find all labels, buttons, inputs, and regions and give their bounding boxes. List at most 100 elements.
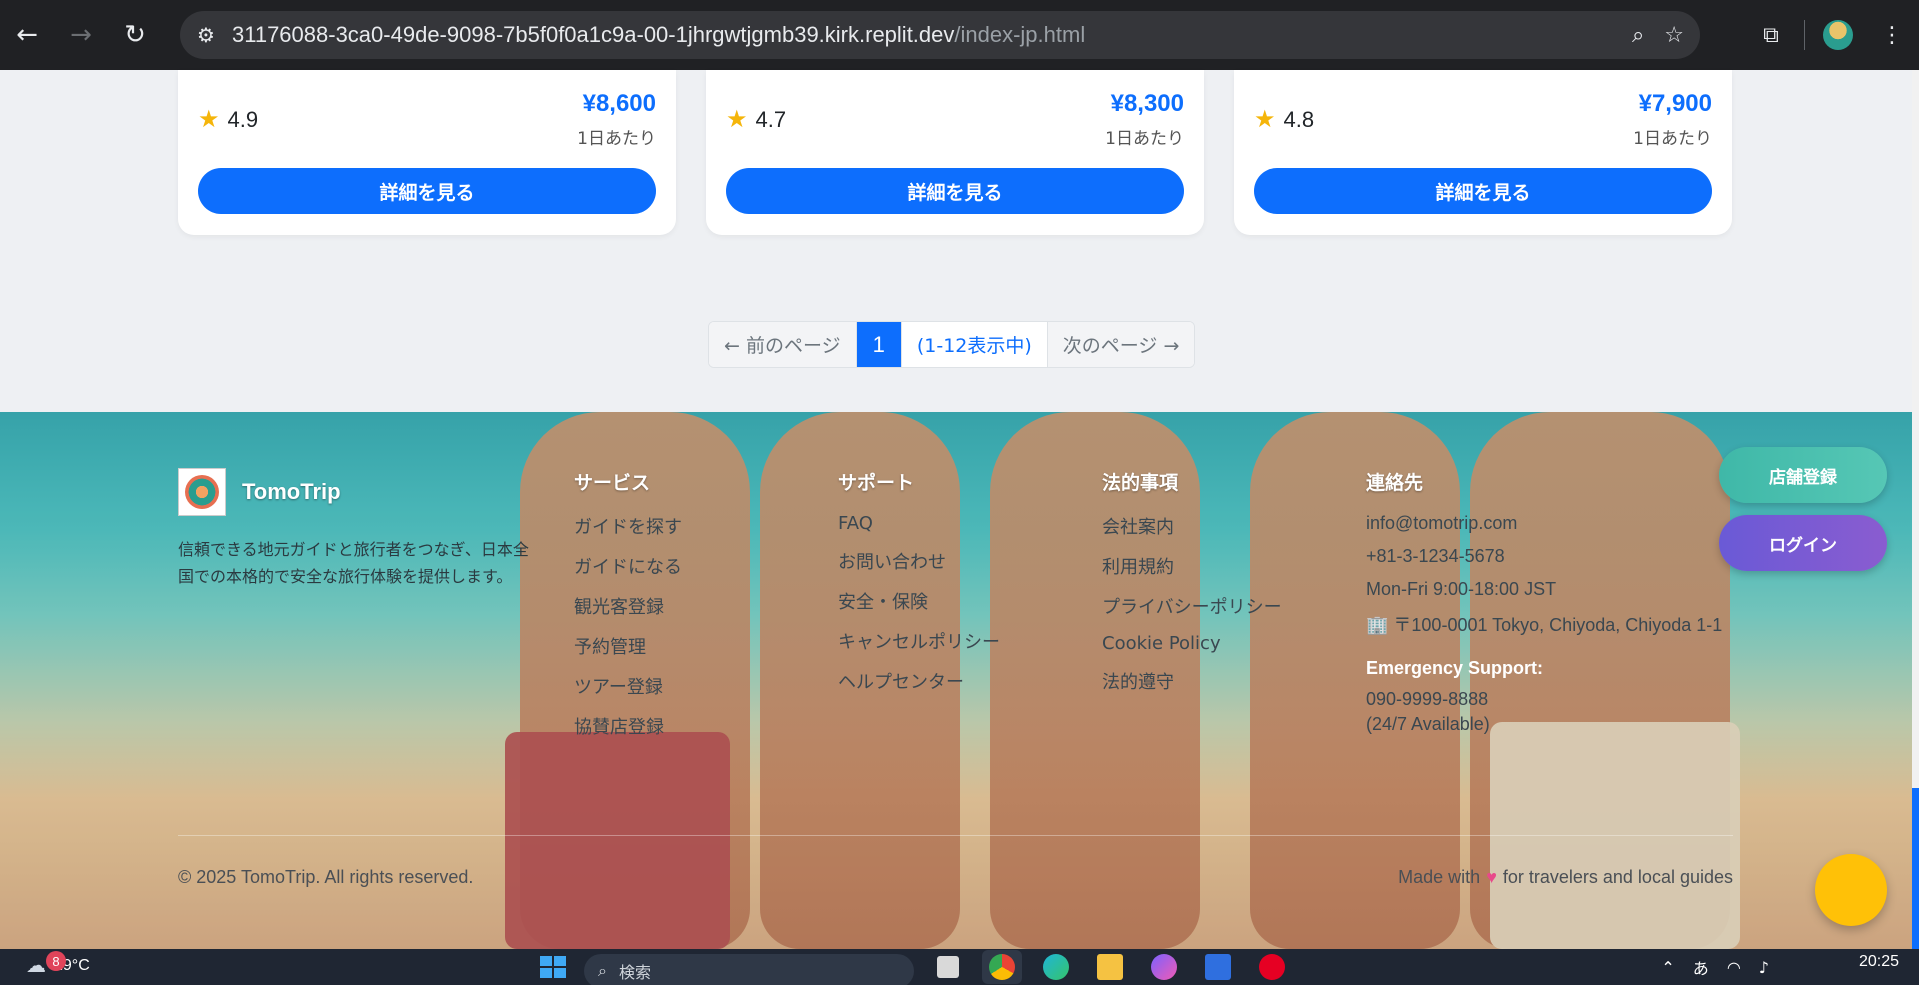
windows-start-icon[interactable] — [536, 952, 570, 982]
footer-link-become-guide[interactable]: ガイドになる — [574, 553, 682, 579]
made-with-text: Made with ♥ for travelers and local guid… — [1398, 867, 1733, 888]
star-icon: ★ — [1254, 106, 1276, 133]
guide-rating: ★ 4.7 — [726, 105, 786, 134]
chrome-app-icon[interactable] — [982, 950, 1022, 984]
price-value: ¥7,900 — [1638, 90, 1712, 117]
wifi-icon[interactable]: ◠ — [1727, 958, 1741, 977]
rating-value: 4.8 — [1283, 106, 1315, 132]
price-unit: 1日あたり — [577, 129, 656, 149]
footer-link-sponsor-registration[interactable]: 協賛店登録 — [574, 713, 682, 739]
edge-app-icon[interactable] — [1036, 950, 1076, 984]
address-bar[interactable]: ⚙ 31176088-3ca0-49de-9098-7b5f0f0a1c9a-0… — [180, 11, 1700, 59]
legal-heading: 法的事項 — [1102, 472, 1179, 494]
guide-price: ¥8,300 1日あたり — [1105, 90, 1184, 149]
footer-divider — [178, 835, 1733, 836]
system-tray: ⌃ あ ◠ ♪ — [1661, 949, 1769, 985]
zoom-icon[interactable]: ⌕ — [1632, 23, 1644, 48]
cloud-icon: ☁ 8 — [26, 951, 66, 978]
taskbar-search[interactable]: ⌕ 検索 — [584, 954, 914, 985]
footer-legal-column: 法的事項 会社案内 利用規約 プライバシーポリシー Cookie Policy … — [1102, 468, 1282, 708]
view-details-button[interactable]: 詳細を見る — [1254, 168, 1712, 214]
footer-link-find-guide[interactable]: ガイドを探す — [574, 513, 682, 539]
file-explorer-icon[interactable] — [1090, 950, 1130, 984]
price-value: ¥8,300 — [1110, 90, 1184, 117]
scrollbar-thumb[interactable] — [1912, 788, 1919, 949]
footer-link-cancel-policy[interactable]: キャンセルポリシー — [838, 628, 1000, 654]
price-value: ¥8,600 — [582, 90, 656, 117]
star-icon: ★ — [198, 106, 220, 133]
prev-page-button[interactable]: ← 前のページ — [709, 322, 857, 367]
star-icon: ★ — [726, 106, 748, 133]
guide-price: ¥7,900 1日あたり — [1633, 90, 1712, 149]
view-details-button[interactable]: 詳細を見る — [726, 168, 1184, 214]
notification-badge: 8 — [46, 951, 66, 971]
price-unit: 1日あたり — [1633, 129, 1712, 149]
services-heading: サービス — [574, 472, 651, 494]
reload-icon: ↻ — [124, 20, 146, 50]
url-text: 31176088-3ca0-49de-9098-7b5f0f0a1c9a-00-… — [232, 22, 1085, 48]
weather-widget[interactable]: ☁ 8 29°C — [26, 951, 90, 978]
footer-support-column: サポート FAQ お問い合わせ 安全・保険 キャンセルポリシー ヘルプセンター — [838, 468, 1000, 708]
guide-listing-section: ★ 4.9 ¥8,600 1日あたり 詳細を見る ★ 4.7 ¥8,300 1日… — [0, 70, 1912, 412]
footer-link-cookie-policy[interactable]: Cookie Policy — [1102, 633, 1282, 654]
pagination: ← 前のページ 1 (1-12表示中) 次のページ → — [708, 321, 1196, 368]
rating-value: 4.7 — [755, 106, 787, 132]
login-button[interactable]: ログイン — [1719, 515, 1887, 571]
back-button[interactable]: ← — [0, 0, 54, 70]
guide-card: ★ 4.7 ¥8,300 1日あたり 詳細を見る — [706, 70, 1204, 235]
ime-indicator[interactable]: あ — [1693, 955, 1709, 979]
browser-menu-icon[interactable]: ⋮ — [1865, 0, 1919, 70]
site-footer: TomoTrip 信頼できる地元ガイドと旅行者をつなぎ、日本全国での本格的で安全… — [0, 412, 1912, 949]
forward-button[interactable]: → — [54, 0, 108, 70]
price-unit: 1日あたり — [1105, 129, 1184, 149]
tomotrip-logo — [178, 468, 226, 516]
emergency-heading: Emergency Support: — [1366, 658, 1544, 678]
footer-link-compliance[interactable]: 法的遵守 — [1102, 668, 1282, 694]
footer-link-contact[interactable]: お問い合わせ — [838, 548, 1000, 574]
footer-link-tour-registration[interactable]: ツアー登録 — [574, 673, 682, 699]
footer-link-terms[interactable]: 利用規約 — [1102, 553, 1282, 579]
footer-link-privacy[interactable]: プライバシーポリシー — [1102, 593, 1282, 619]
contact-email[interactable]: info@tomotrip.com — [1366, 513, 1736, 534]
todo-check-icon[interactable] — [1198, 950, 1238, 984]
footer-link-faq[interactable]: FAQ — [838, 513, 1000, 534]
reload-button[interactable]: ↻ — [108, 0, 162, 70]
profile-avatar[interactable] — [1811, 0, 1865, 70]
current-page-button[interactable]: 1 — [856, 322, 902, 367]
site-info-icon[interactable]: ⚙ — [180, 23, 232, 47]
windows-taskbar: ☁ 8 29°C ⌕ 検索 ⌃ あ ◠ ♪ 20:25 — [0, 949, 1919, 985]
chat-widget-button[interactable] — [1815, 854, 1887, 926]
brand-name: TomoTrip — [242, 479, 341, 504]
footer-brand[interactable]: TomoTrip — [178, 468, 341, 516]
back-arrow-icon: ← — [16, 20, 38, 50]
volume-icon[interactable]: ♪ — [1759, 958, 1769, 977]
footer-link-safety[interactable]: 安全・保険 — [838, 588, 1000, 614]
view-details-button[interactable]: 詳細を見る — [198, 168, 656, 214]
taskbar-clock[interactable]: 20:25 — [1859, 953, 1899, 971]
search-placeholder: 検索 — [618, 963, 651, 982]
bookmark-star-icon[interactable]: ☆ — [1664, 23, 1684, 48]
footer-link-help-center[interactable]: ヘルプセンター — [838, 668, 1000, 694]
copilot-icon[interactable] — [1144, 950, 1184, 984]
contact-phone[interactable]: +81-3-1234-5678 — [1366, 546, 1736, 567]
task-view-icon[interactable] — [928, 950, 968, 984]
footer-link-company[interactable]: 会社案内 — [1102, 513, 1282, 539]
guide-rating: ★ 4.8 — [1254, 105, 1314, 134]
footer-services-column: サービス ガイドを探す ガイドになる 観光客登録 予約管理 ツアー登録 協賛店登… — [574, 468, 682, 753]
pinterest-icon[interactable] — [1252, 950, 1292, 984]
store-registration-button[interactable]: 店舗登録 — [1719, 447, 1887, 503]
page-range-info: (1-12表示中) — [901, 322, 1048, 367]
next-page-button[interactable]: 次のページ → — [1047, 322, 1195, 367]
footer-link-booking-management[interactable]: 予約管理 — [574, 633, 682, 659]
footer-contact-column: 連絡先 info@tomotrip.com +81-3-1234-5678 Mo… — [1366, 468, 1736, 747]
search-icon: ⌕ — [598, 961, 607, 980]
made-with-prefix: Made with — [1398, 867, 1481, 887]
footer-link-tourist-registration[interactable]: 観光客登録 — [574, 593, 682, 619]
contact-address: 🏢 〒100-0001 Tokyo, Chiyoda, Chiyoda 1-1 — [1366, 615, 1723, 635]
brand-description: 信頼できる地元ガイドと旅行者をつなぎ、日本全国での本格的で安全な旅行体験を提供し… — [178, 540, 529, 586]
chevron-up-icon[interactable]: ⌃ — [1661, 958, 1674, 977]
emergency-phone[interactable]: 090-9999-8888 — [1366, 689, 1736, 710]
support-heading: サポート — [838, 472, 915, 494]
extensions-icon[interactable]: ⧉ — [1744, 0, 1798, 70]
contact-hours: Mon-Fri 9:00-18:00 JST — [1366, 579, 1557, 599]
